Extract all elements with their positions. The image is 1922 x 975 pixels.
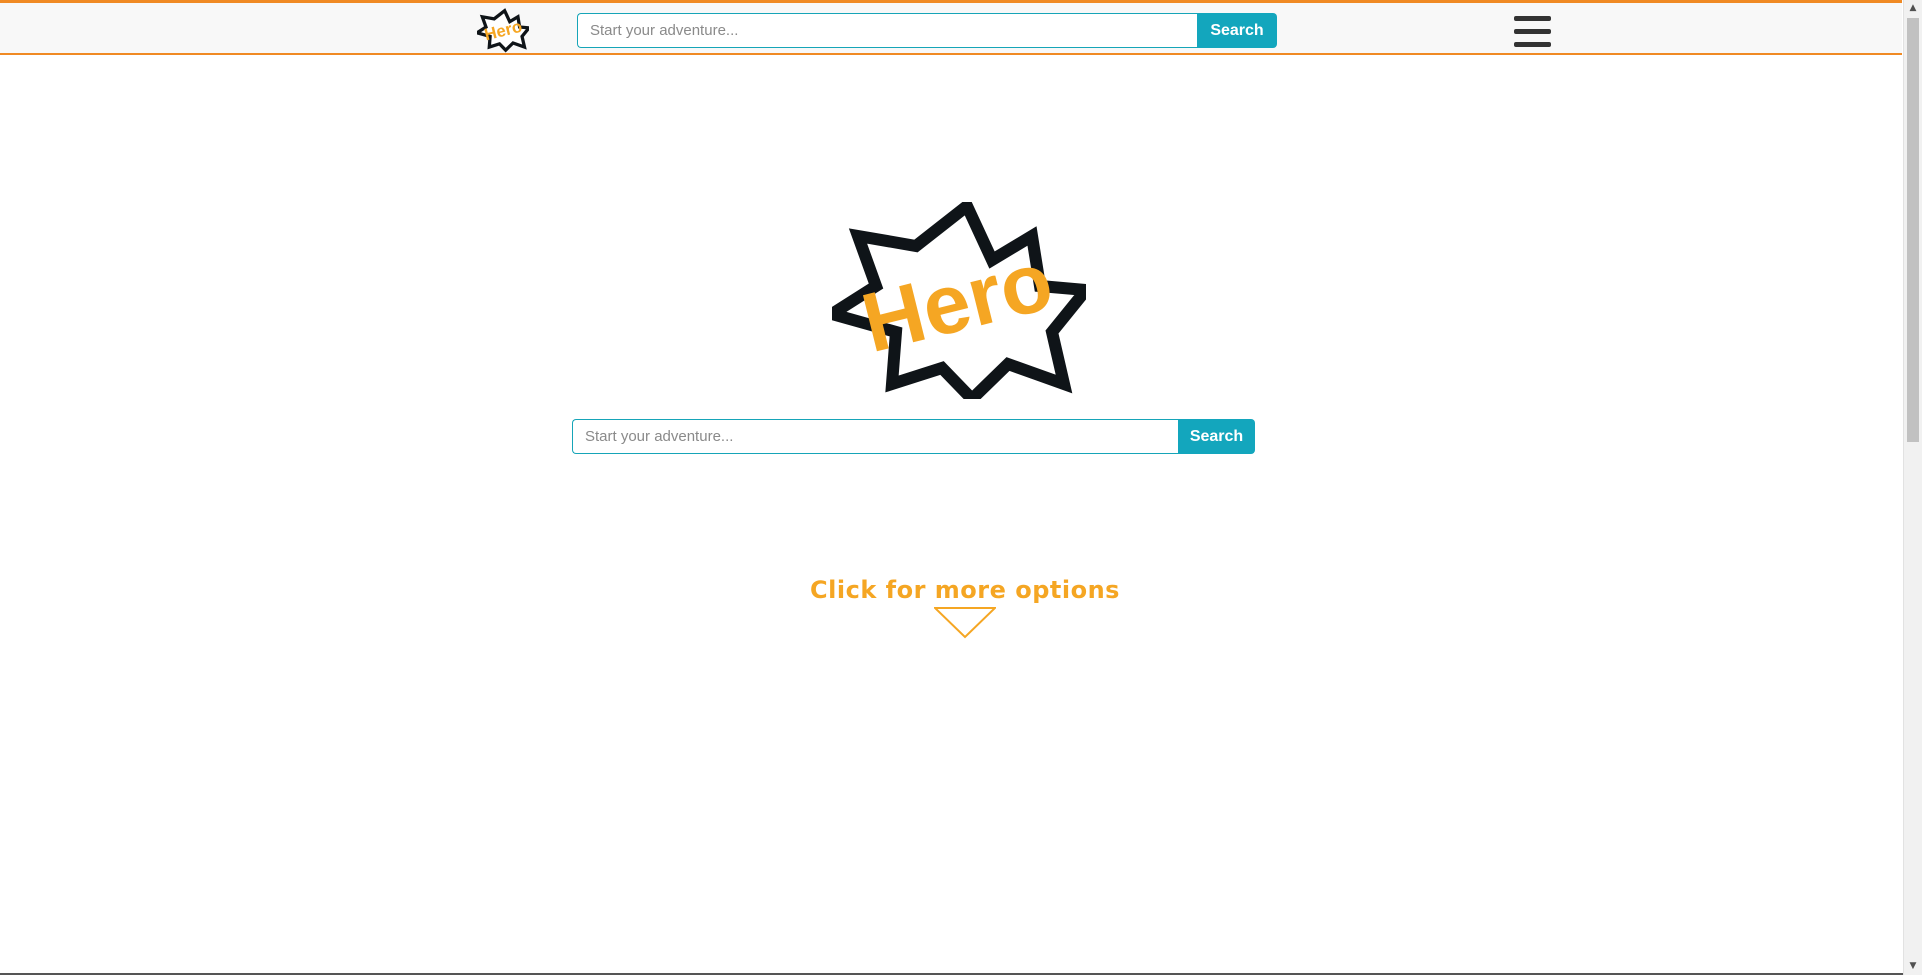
hero-logo-small[interactable]: Hero bbox=[477, 5, 529, 55]
triangle-down-icon[interactable] bbox=[934, 607, 996, 639]
header-search-input[interactable] bbox=[577, 13, 1197, 48]
main-search-input[interactable] bbox=[572, 419, 1178, 454]
header-search-button[interactable]: Search bbox=[1197, 13, 1277, 48]
hamburger-bar-top bbox=[1514, 16, 1551, 21]
more-options-toggle[interactable]: Click for more options bbox=[780, 576, 1150, 639]
main-search-button[interactable]: Search bbox=[1178, 419, 1255, 454]
vertical-scrollbar[interactable]: ▲ ▼ bbox=[1903, 0, 1922, 975]
top-navbar: Hero Search bbox=[0, 0, 1902, 55]
header-search-form: Search bbox=[577, 13, 1277, 48]
scroll-down-arrow[interactable]: ▼ bbox=[1904, 958, 1922, 975]
hamburger-bar-middle bbox=[1514, 29, 1551, 34]
hamburger-bar-bottom bbox=[1514, 42, 1551, 47]
hero-logo: Hero bbox=[832, 202, 1086, 399]
scroll-up-arrow[interactable]: ▲ bbox=[1904, 0, 1922, 17]
more-options-label[interactable]: Click for more options bbox=[780, 576, 1150, 604]
page: Hero Search Hero Search Click for more o… bbox=[0, 0, 1922, 975]
main-search-form: Search bbox=[572, 419, 1255, 454]
scrollbar-thumb[interactable] bbox=[1907, 18, 1919, 442]
hamburger-menu-icon[interactable] bbox=[1514, 16, 1551, 48]
